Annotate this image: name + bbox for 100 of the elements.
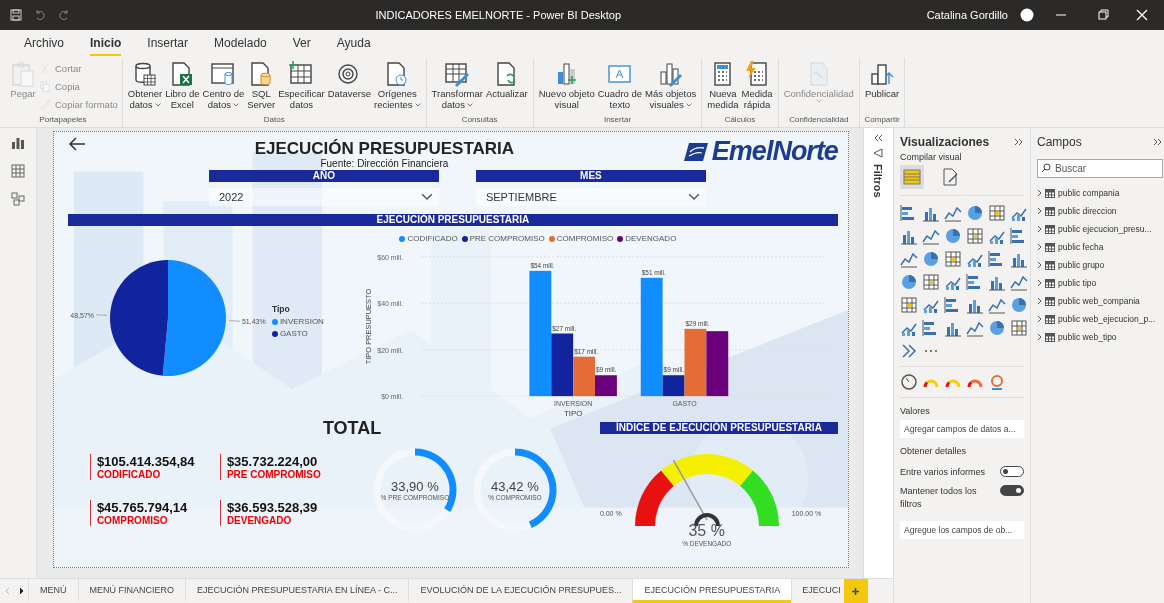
chart-type-icon[interactable] xyxy=(944,204,962,222)
filter-icon xyxy=(873,148,884,158)
redo-icon[interactable] xyxy=(58,9,70,21)
page-tab[interactable]: MENÚ xyxy=(28,579,78,603)
table-icon xyxy=(1045,242,1055,252)
kpi-label: PRE COMPROMISO xyxy=(226,469,322,480)
chart-type-icon[interactable] xyxy=(966,204,984,222)
build-visual-tab[interactable] xyxy=(900,165,924,189)
chevron-down-icon xyxy=(420,193,433,201)
back-arrow-icon[interactable] xyxy=(67,136,86,152)
ribbon-button[interactable]: Cuadro de texto xyxy=(596,60,644,110)
ribbon-button[interactable]: Medida rápida xyxy=(740,60,774,110)
kpi-label: COMPROMISO xyxy=(96,515,169,526)
ribbon-group-label: Confidencialidad xyxy=(788,115,850,126)
chart-type-icon[interactable] xyxy=(944,250,962,268)
field-table-item[interactable]: public fecha xyxy=(1037,238,1163,256)
menu-tab[interactable]: Insertar xyxy=(147,32,189,56)
chart-type-icon[interactable] xyxy=(988,319,1006,337)
field-table-item[interactable]: public web_compania xyxy=(1037,292,1163,310)
slicer-dropdown[interactable]: 2022 xyxy=(208,188,439,206)
chart-type-icon[interactable] xyxy=(900,273,918,291)
chart-type-icon[interactable] xyxy=(988,204,1006,222)
kpi-value: $45.765.794,14 xyxy=(96,500,189,515)
page-tab[interactable]: EJECUCI xyxy=(791,579,844,603)
next-page-icon[interactable] xyxy=(18,587,24,595)
undo-icon[interactable] xyxy=(34,9,46,21)
leader-line xyxy=(95,314,108,316)
ribbon-button[interactable]: Nuevo objeto visual xyxy=(537,60,596,110)
ribbon-button[interactable]: Dataverse xyxy=(326,60,373,99)
ribbon-button[interactable]: Libro de Excel xyxy=(164,60,201,110)
dial-icon[interactable] xyxy=(900,373,918,391)
chart-type-icon[interactable] xyxy=(922,227,940,245)
ribbon-button[interactable]: SQL Server xyxy=(246,60,277,110)
ribbon-button[interactable]: Actualizar xyxy=(485,60,529,99)
field-well[interactable]: Agregue los campos de ob... xyxy=(900,521,1024,539)
chevron-right-icon xyxy=(1037,243,1042,251)
chart-type-icon[interactable] xyxy=(1010,273,1028,291)
menu-tab[interactable]: Ayuda xyxy=(336,32,371,56)
ribbon-button[interactable]: Obtener datos xyxy=(126,60,164,110)
menu-tab[interactable]: Ver xyxy=(292,32,311,56)
table-name: public web_ejecucion_p... xyxy=(1058,314,1156,324)
add-page-button[interactable] xyxy=(843,579,868,603)
chart-type-icon[interactable] xyxy=(900,296,918,314)
field-well[interactable]: Agregar campos de datos a... xyxy=(900,420,1024,438)
ribbon-group-label: Insertar xyxy=(602,115,633,126)
table-icon xyxy=(1045,332,1055,342)
toggle-switch[interactable] xyxy=(1000,466,1024,477)
field-table-item[interactable]: public ejecucion_presu... xyxy=(1037,220,1163,238)
expand-icon[interactable] xyxy=(1014,138,1024,146)
copy-icon xyxy=(39,80,52,93)
menu-tab[interactable]: Inicio xyxy=(90,32,122,56)
page-tab[interactable]: EJECUCIÓN PRESUPUESTARIA xyxy=(632,579,792,603)
menu-tab[interactable]: Archivo xyxy=(24,32,64,56)
field-table-item[interactable]: public tipo xyxy=(1037,274,1163,292)
search-field[interactable]: Buscar xyxy=(1037,159,1163,178)
ribbon-button[interactable]: Nueva medida xyxy=(706,60,740,110)
ribbon-button[interactable]: Especificar datos xyxy=(277,60,326,110)
chart-type-icon[interactable] xyxy=(922,250,940,268)
table-name: public web_compania xyxy=(1058,296,1140,306)
ribbon-group-label: Portapapeles xyxy=(38,115,88,126)
field-table-item[interactable]: public direccion xyxy=(1037,202,1163,220)
field-table-item[interactable]: public web_tipo xyxy=(1037,328,1163,346)
field-table-item[interactable]: public grupo xyxy=(1037,256,1163,274)
ribbon-button[interactable]: Orígenes recientes xyxy=(373,60,422,110)
save-icon[interactable] xyxy=(10,9,22,21)
chart-type-icon[interactable] xyxy=(944,227,962,245)
chevron-right-icon xyxy=(1037,207,1042,215)
chart-type-icon[interactable] xyxy=(966,227,984,245)
ribbon-button[interactable]: Transformar datos xyxy=(430,60,484,110)
page-tab[interactable]: EJECUCIÓN PRESUPUESTARIA EN LÍNEA - C... xyxy=(185,579,409,603)
table-view-icon[interactable] xyxy=(10,164,25,178)
chart-type-icon[interactable] xyxy=(1010,296,1028,314)
model-view-icon[interactable] xyxy=(10,192,25,206)
field-table-item[interactable]: public web_ejecucion_p... xyxy=(1037,310,1163,328)
chart-type-icon[interactable] xyxy=(900,250,918,268)
table-icon xyxy=(1045,314,1055,324)
gauge-value: 35 % xyxy=(688,522,725,540)
expand-icon[interactable] xyxy=(1153,138,1163,146)
table-name: public grupo xyxy=(1058,260,1105,270)
chart-type-icon[interactable] xyxy=(922,273,940,291)
toggle-switch[interactable] xyxy=(1000,485,1024,496)
slicer-header: AÑO xyxy=(208,170,439,182)
ribbon-button[interactable]: Más objetos visuales xyxy=(644,60,698,110)
filters-label[interactable]: Filtros xyxy=(872,164,885,198)
section-label: Compilar visual xyxy=(900,152,963,162)
chart-type-icon[interactable] xyxy=(966,319,984,337)
ring-gauge-icon[interactable] xyxy=(988,373,1006,391)
field-table-item[interactable]: public compania xyxy=(1037,184,1163,202)
chevron-down-icon xyxy=(154,102,161,107)
collapse-icon[interactable] xyxy=(873,134,884,142)
ribbon-button[interactable]: Centro de datos xyxy=(201,60,246,110)
menu-tab[interactable]: Modelado xyxy=(214,32,267,56)
ribbon-button[interactable]: Publicar xyxy=(863,60,901,99)
chart-type-icon[interactable] xyxy=(1010,319,1028,337)
chevron-icon[interactable] xyxy=(900,342,918,360)
page-tab[interactable]: MENÚ FINANCIERO xyxy=(77,579,185,603)
table-name: public tipo xyxy=(1058,278,1097,288)
chart-type-icon[interactable] xyxy=(988,296,1006,314)
slicer-dropdown[interactable]: SEPTIEMBRE xyxy=(475,188,706,206)
report-view-icon[interactable] xyxy=(10,136,25,150)
